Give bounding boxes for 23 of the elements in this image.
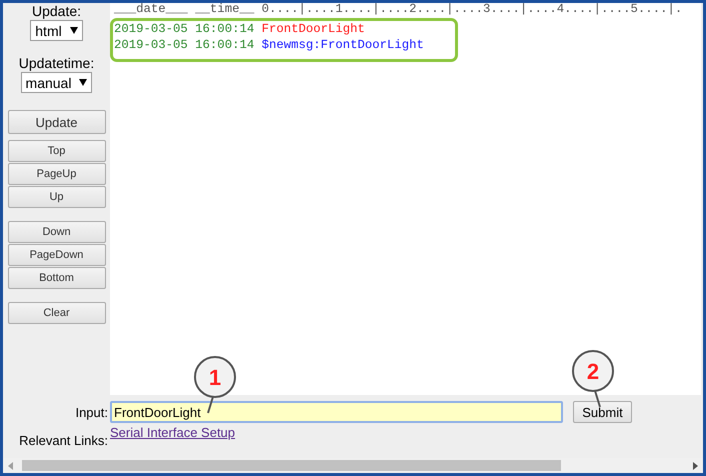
scroll-right-icon[interactable]: [690, 460, 700, 470]
scroll-button[interactable]: Down: [8, 221, 106, 243]
updatetime-label: Updatetime:: [18, 55, 94, 71]
scroll-button[interactable]: PageUp: [8, 163, 106, 185]
submit-button[interactable]: Submit: [573, 401, 632, 423]
log-line: 2019-03-05 16:00:14 FrontDoorLight: [114, 22, 366, 38]
scroll-button[interactable]: Up: [8, 186, 106, 208]
scroll-button[interactable]: Clear: [8, 302, 106, 324]
scroll-button[interactable]: PageDown: [8, 244, 106, 266]
caret-icon: [70, 27, 78, 34]
update-button[interactable]: Update: [8, 110, 106, 134]
log-header: ___date___ __time__ 0....|....1....|....2....|....3....|....4....|....5....|.: [114, 3, 684, 16]
log-line: 2019-03-05 16:00:14 $newmsg:FrontDoorLight: [114, 38, 425, 53]
scroll-button[interactable]: Bottom: [8, 267, 106, 289]
update-label: Update:: [32, 3, 82, 19]
scroll-button[interactable]: Top: [8, 140, 106, 162]
links-label: Relevant Links:: [18, 433, 109, 448]
update-dropdown[interactable]: html: [30, 20, 83, 41]
setup-link[interactable]: Serial Interface Setup: [110, 425, 236, 440]
input-label: Input:: [74, 404, 109, 420]
updatetime-dropdown[interactable]: manual: [20, 72, 92, 93]
caret-icon: [79, 79, 88, 86]
scroll-left-icon[interactable]: [6, 460, 16, 470]
